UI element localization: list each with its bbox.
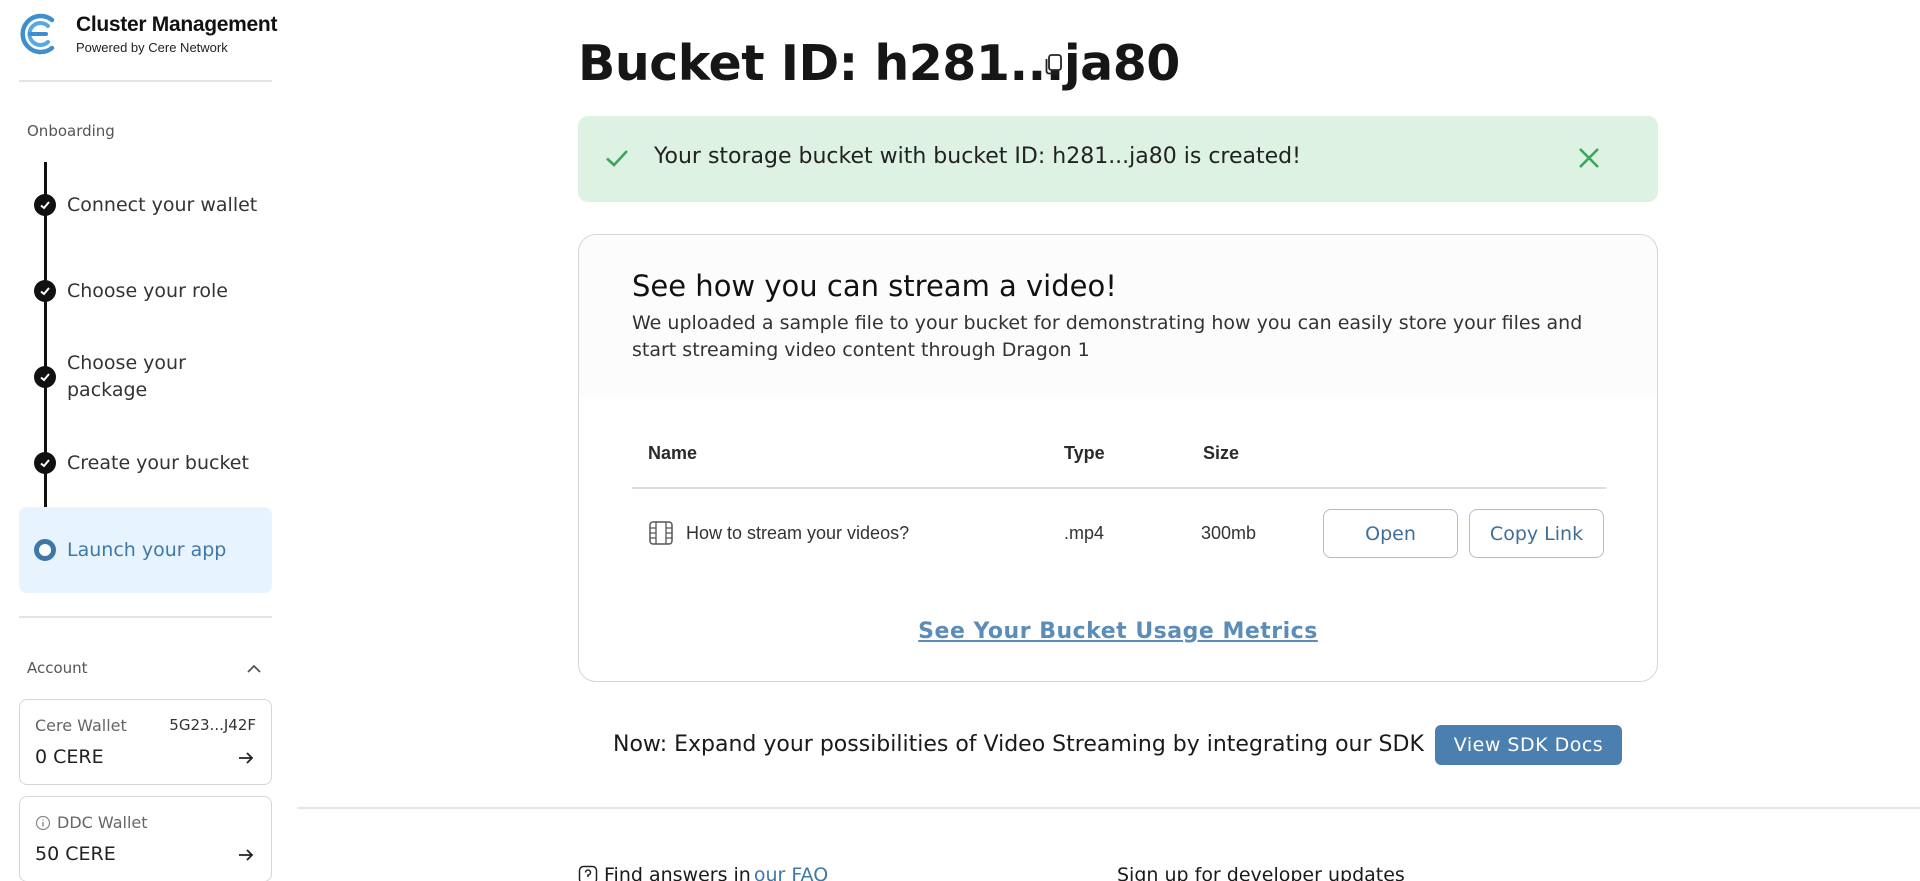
check-icon	[34, 452, 56, 474]
faq-prefix: Find answers in	[604, 864, 751, 881]
onboarding-section-label: Onboarding	[27, 122, 115, 140]
ddc-wallet-card[interactable]: DDC Wallet 50 CERE	[19, 796, 272, 881]
film-icon	[649, 521, 673, 545]
divider	[19, 80, 272, 82]
table-divider	[632, 487, 1606, 489]
step-label: Choose your role	[67, 279, 228, 302]
divider	[19, 616, 272, 618]
step-choose-role[interactable]: Choose your role	[19, 273, 272, 309]
arrow-right-icon[interactable]	[236, 748, 256, 768]
step-label: Choose your package	[67, 352, 186, 401]
file-size: 300mb	[1201, 523, 1257, 543]
column-header-size: Size	[1203, 443, 1240, 463]
step-launch-app[interactable]: Launch your app	[19, 507, 272, 593]
check-icon	[34, 194, 56, 216]
app-subtitle: Powered by Cere Network	[76, 40, 228, 55]
wallet-name: Cere Wallet	[35, 716, 127, 735]
wallet-balance: 0 CERE	[35, 746, 104, 768]
faq-row: Find answers in our FAQ	[578, 864, 828, 881]
card-title: See how you can stream a video!	[632, 269, 1117, 303]
wallet-name-row: DDC Wallet	[35, 813, 148, 832]
column-header-type: Type	[1064, 443, 1105, 463]
bucket-usage-metrics-link[interactable]: See Your Bucket Usage Metrics	[579, 619, 1657, 644]
file-type: .mp4	[1064, 523, 1105, 543]
step-choose-package[interactable]: Choose your package	[19, 350, 272, 404]
wallet-name: DDC Wallet	[57, 813, 148, 832]
app-title: Cluster Management	[76, 13, 278, 36]
faq-link[interactable]: our FAQ	[754, 864, 828, 881]
file-name: How to stream your videos?	[686, 523, 910, 543]
step-label: Create your bucket	[67, 451, 249, 474]
brand[interactable]: Cluster Management Powered by Cere Netwo…	[18, 12, 277, 56]
copy-link-button[interactable]: Copy Link	[1469, 509, 1604, 558]
cere-logo-icon	[20, 13, 55, 55]
column-header-name: Name	[648, 443, 698, 463]
open-button[interactable]: Open	[1323, 509, 1458, 558]
sidebar: Cluster Management Powered by Cere Netwo…	[0, 0, 290, 881]
check-icon	[606, 150, 628, 167]
wallet-balance: 50 CERE	[35, 843, 116, 865]
close-icon[interactable]	[1576, 145, 1602, 171]
wallet-address: 5G23...J42F	[169, 716, 256, 734]
view-sdk-docs-button[interactable]: View SDK Docs	[1435, 725, 1622, 765]
card-description: We uploaded a sample file to your bucket…	[632, 312, 1583, 361]
arrow-right-icon[interactable]	[236, 845, 256, 865]
chevron-up-icon[interactable]	[245, 660, 263, 678]
cere-wallet-card[interactable]: Cere Wallet 5G23...J42F 0 CERE	[19, 699, 272, 785]
step-create-bucket[interactable]: Create your bucket	[19, 445, 272, 481]
help-icon	[578, 865, 598, 881]
account-section-label: Account	[27, 659, 88, 677]
alert-message: Your storage bucket with bucket ID: h281…	[654, 144, 1301, 169]
stream-video-card: See how you can stream a video! We uploa…	[578, 234, 1658, 682]
check-icon	[34, 366, 56, 388]
step-connect-wallet[interactable]: Connect your wallet	[19, 187, 272, 223]
check-icon	[34, 280, 56, 302]
copy-icon[interactable]	[1043, 52, 1065, 76]
step-label: Launch your app	[67, 538, 227, 561]
developer-updates-heading: Sign up for developer updates	[1117, 864, 1405, 881]
page-title: Bucket ID: h281...ja80	[578, 35, 1180, 92]
footer-divider	[297, 807, 1920, 809]
sdk-cta-text: Now: Expand your possibilities of Video …	[613, 732, 1424, 757]
current-step-icon	[34, 539, 56, 561]
info-icon	[35, 815, 51, 830]
success-alert: Your storage bucket with bucket ID: h281…	[578, 116, 1658, 202]
step-label: Connect your wallet	[67, 193, 258, 216]
